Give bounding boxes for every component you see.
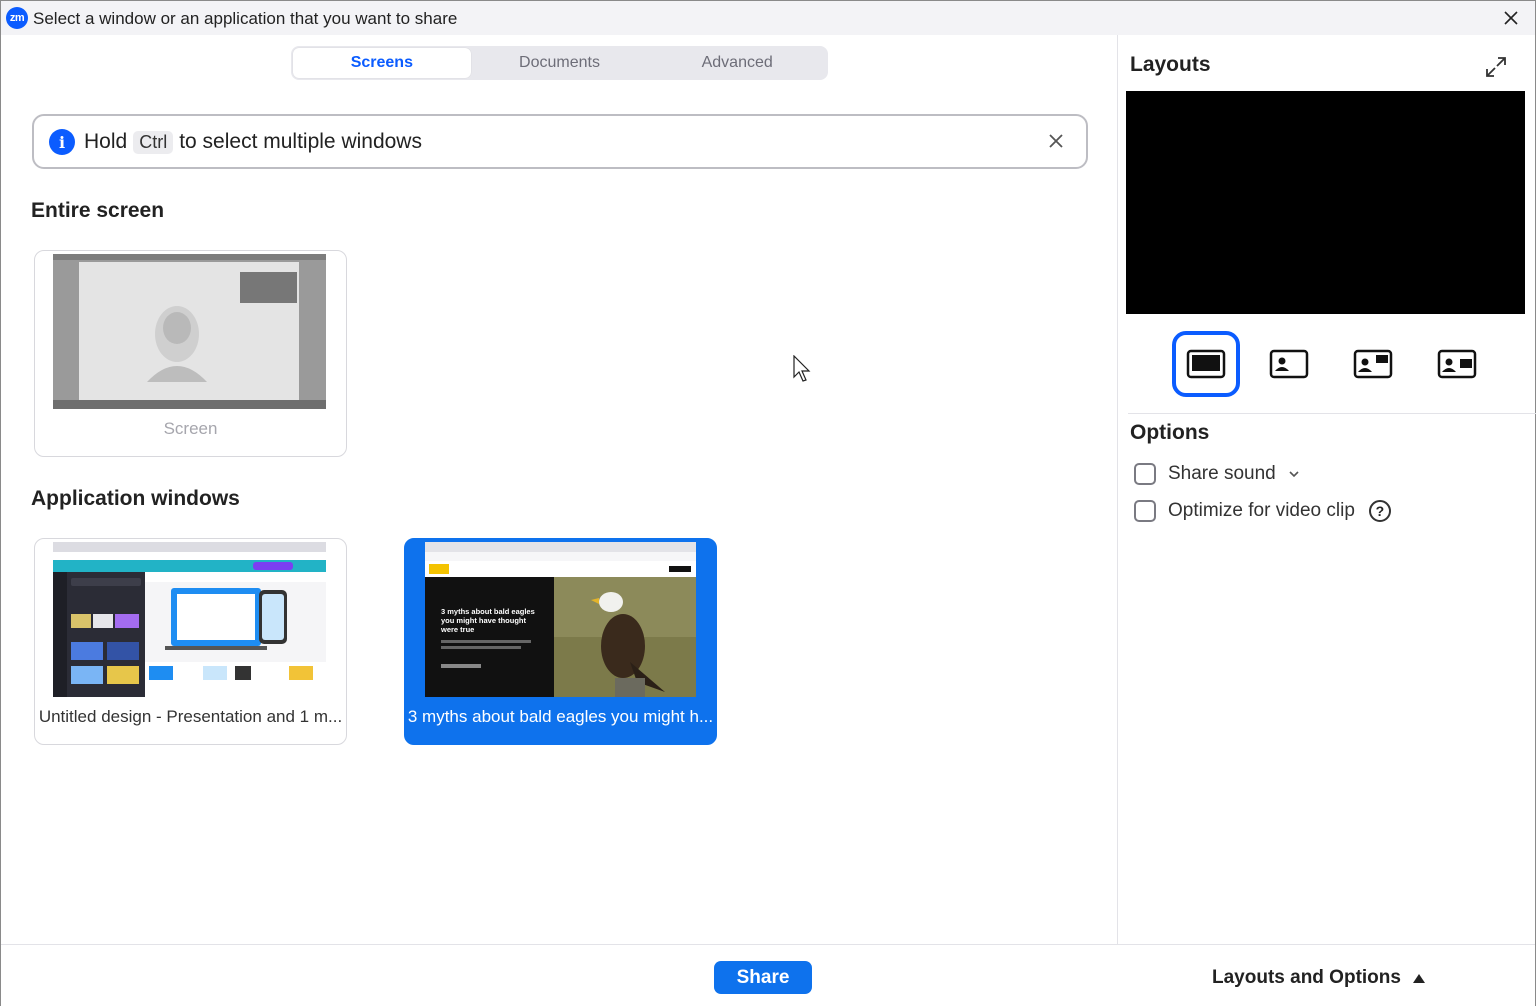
app-window-card-bald-eagles[interactable]: 3 myths about bald eagles you might have… [404, 538, 717, 745]
layouts-title: Layouts [1130, 53, 1211, 76]
share-sound-dropdown[interactable] [1288, 468, 1300, 480]
bottom-bar: Share Layouts and Options [1, 944, 1535, 1006]
mouse-pointer-icon [793, 355, 811, 382]
hint-text-after: to select multiple windows [179, 130, 422, 153]
optimize-video-label: Optimize for video clip [1168, 500, 1355, 521]
hint-text-before: Hold [84, 130, 128, 153]
layout-picture-in-picture-top-right-button[interactable] [1339, 331, 1407, 397]
eagle-headline-line-3: were true [440, 625, 474, 634]
options-title: Options [1130, 421, 1210, 444]
tab-advanced[interactable]: Advanced [648, 48, 826, 78]
layout-side-by-side-icon [1437, 349, 1477, 379]
window-title: Select a window or an application that y… [33, 9, 458, 28]
tab-screens[interactable]: Screens [293, 48, 471, 78]
expand-icon [1486, 57, 1506, 77]
layout-preview [1126, 91, 1525, 314]
optimize-video-checkbox[interactable] [1134, 500, 1156, 522]
screen-preview-image [53, 254, 326, 409]
eagle-headline-line-2: you might have thought [441, 616, 526, 625]
share-button[interactable]: Share [714, 961, 812, 994]
panel-divider [1128, 413, 1536, 414]
share-sound-checkbox[interactable] [1134, 463, 1156, 485]
layout-full-screen-icon [1186, 349, 1226, 379]
triangle-up-icon [1412, 973, 1425, 983]
layout-pip-top-right-icon [1353, 349, 1393, 379]
canva-window-label: Untitled design - Presentation and 1 m..… [38, 707, 343, 726]
multi-select-hint-banner: i Hold Ctrl to select multiple windows [32, 114, 1088, 169]
zoom-logo-icon: zm [6, 7, 28, 29]
ctrl-key-badge: Ctrl [133, 130, 174, 154]
share-screen-dialog: zm Select a window or an application tha… [0, 0, 1536, 1006]
hint-text: Hold Ctrl to select multiple windows [84, 130, 422, 154]
application-windows-heading: Application windows [31, 487, 240, 510]
app-window-card-canva[interactable]: Untitled design - Presentation and 1 m..… [34, 538, 347, 745]
layouts-and-options-toggle[interactable]: Layouts and Options [1212, 967, 1425, 989]
chevron-down-icon [1289, 471, 1299, 478]
canva-window-preview-image [53, 542, 326, 697]
info-icon: i [49, 129, 75, 155]
layouts-and-options-label: Layouts and Options [1212, 967, 1401, 988]
layout-pip-left-icon [1269, 349, 1309, 379]
help-icon[interactable]: ? [1368, 500, 1391, 522]
optimize-video-option: Optimize for video clip ? [1134, 500, 1391, 522]
screen-thumbnail-label: Screen [163, 419, 218, 438]
dismiss-hint-button[interactable] [1044, 129, 1068, 153]
tab-documents[interactable]: Documents [471, 48, 649, 78]
share-sound-label: Share sound [1168, 463, 1276, 484]
eagles-window-preview-image: 3 myths about bald eagles you might have… [425, 542, 696, 697]
entire-screen-heading: Entire screen [31, 199, 165, 222]
eagle-headline-line-1: 3 myths about bald eagles [441, 607, 535, 616]
layout-full-screen-button[interactable] [1172, 331, 1240, 397]
share-sound-option: Share sound [1134, 463, 1300, 485]
close-icon [1504, 11, 1518, 25]
source-tabs: Screens Documents Advanced [291, 46, 828, 80]
close-window-button[interactable] [1497, 5, 1525, 31]
eagles-window-label: 3 myths about bald eagles you might h... [407, 707, 714, 726]
layout-picture-in-picture-left-button[interactable] [1255, 331, 1323, 397]
close-icon [1049, 134, 1063, 148]
title-bar: zm Select a window or an application tha… [1, 1, 1535, 35]
layouts-and-options-panel: Layouts Options Share sound Optimize for… [1117, 35, 1536, 944]
layout-side-by-side-button[interactable] [1423, 331, 1491, 397]
expand-preview-button[interactable] [1484, 55, 1508, 79]
screen-thumbnail-card[interactable]: Screen [34, 250, 347, 457]
